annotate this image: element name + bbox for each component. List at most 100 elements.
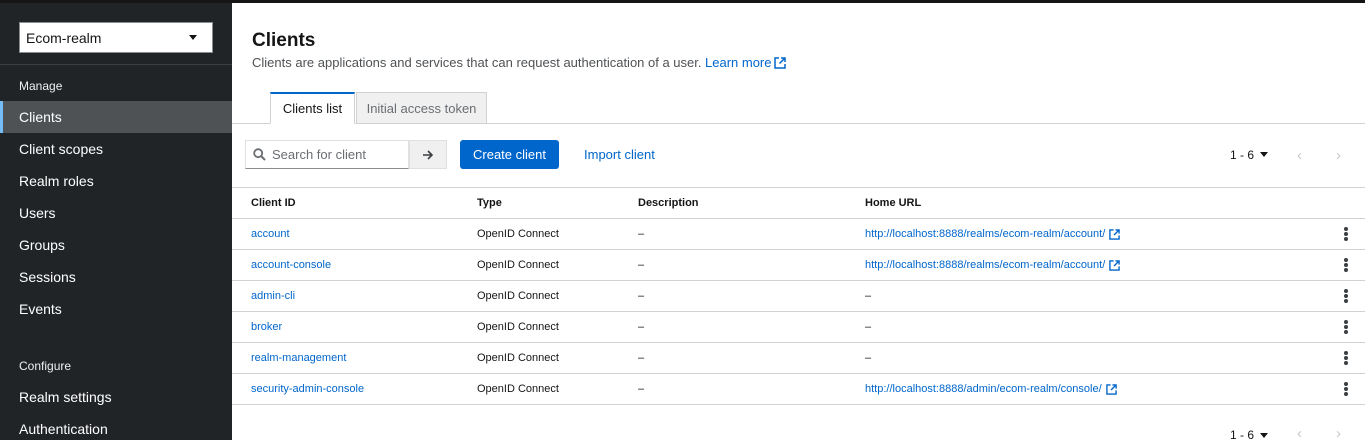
- external-link-icon: [1109, 228, 1121, 240]
- sidebar-item-label: Events: [19, 301, 62, 317]
- client-description: –: [638, 290, 645, 302]
- client-type: OpenID Connect: [477, 383, 559, 395]
- realm-selector[interactable]: Ecom-realm: [19, 22, 213, 53]
- table-header: Client ID Type Description Home URL: [232, 187, 1365, 219]
- sidebar-item-label: Groups: [19, 237, 65, 253]
- kebab-icon[interactable]: [1341, 380, 1351, 398]
- tab-label: Clients list: [282, 101, 343, 116]
- sidebar-item-clients[interactable]: Clients: [0, 101, 232, 133]
- sidebar-item-sessions[interactable]: Sessions: [0, 261, 232, 293]
- sidebar: Ecom-realm Manage Clients Client scopes …: [0, 3, 232, 440]
- client-id-link[interactable]: account: [251, 228, 290, 240]
- pagination-label: 1 - 6: [1230, 428, 1255, 440]
- import-client-button[interactable]: Import client: [584, 140, 655, 169]
- home-url-text: http://localhost:8888/admin/ecom-realm/c…: [865, 383, 1102, 395]
- tab-clients-list[interactable]: Clients list: [270, 92, 355, 124]
- sidebar-item-label: Sessions: [19, 269, 76, 285]
- client-type: OpenID Connect: [477, 228, 559, 240]
- next-page-button[interactable]: ›: [1336, 425, 1341, 440]
- kebab-icon[interactable]: [1341, 287, 1351, 305]
- page-description: Clients are applications and services th…: [252, 55, 702, 70]
- client-type: OpenID Connect: [477, 259, 559, 271]
- kebab-icon[interactable]: [1341, 349, 1351, 367]
- column-header-client-id[interactable]: Client ID: [251, 197, 296, 209]
- toolbar: Create client Import client 1 - 6 ‹ ›: [232, 140, 1365, 172]
- client-type: OpenID Connect: [477, 352, 559, 364]
- search-box: [245, 140, 409, 169]
- section-title-manage: Manage: [19, 79, 63, 93]
- sidebar-item-label: Client scopes: [19, 141, 104, 157]
- pagination-label: 1 - 6: [1230, 147, 1255, 162]
- bottom-pagination-toggle[interactable]: 1 - 6: [1230, 427, 1269, 440]
- client-id-link[interactable]: account-console: [251, 259, 331, 271]
- client-description: –: [638, 259, 645, 271]
- pagination-toggle[interactable]: 1 - 6: [1230, 140, 1269, 169]
- next-page-button[interactable]: ›: [1336, 147, 1341, 164]
- clients-table-body: account OpenID Connect – http://localhos…: [232, 219, 1365, 405]
- column-header-home-url: Home URL: [865, 197, 922, 209]
- sidebar-item-label: Authentication: [19, 421, 108, 437]
- sidebar-item-label: Clients: [19, 109, 62, 125]
- kebab-icon[interactable]: [1341, 225, 1351, 243]
- caret-down-icon: [189, 35, 197, 40]
- client-type: OpenID Connect: [477, 290, 559, 302]
- external-link-icon: [1105, 383, 1117, 395]
- client-description: –: [638, 228, 645, 240]
- client-id-link[interactable]: realm-management: [251, 352, 346, 364]
- table-row: realm-management OpenID Connect – –: [232, 343, 1365, 374]
- sidebar-item-events[interactable]: Events: [0, 293, 232, 325]
- section-title-configure: Configure: [19, 359, 72, 373]
- client-id-link[interactable]: admin-cli: [251, 290, 295, 302]
- search-icon: [253, 148, 266, 161]
- sidebar-item-realm-roles[interactable]: Realm roles: [0, 165, 232, 197]
- client-id-link[interactable]: broker: [251, 321, 282, 333]
- client-description: –: [638, 321, 645, 333]
- client-description: –: [638, 383, 645, 395]
- sidebar-item-users[interactable]: Users: [0, 197, 232, 229]
- search-submit-button[interactable]: [409, 140, 447, 169]
- search-input[interactable]: [272, 147, 402, 162]
- sidebar-item-groups[interactable]: Groups: [0, 229, 232, 261]
- page-title: Clients: [252, 30, 316, 51]
- bottom-pagination: 1 - 6 ‹ ›: [232, 425, 1365, 440]
- home-url-empty: –: [865, 321, 872, 333]
- previous-page-button[interactable]: ‹: [1297, 147, 1302, 164]
- kebab-icon[interactable]: [1341, 318, 1351, 336]
- client-type: OpenID Connect: [477, 321, 559, 333]
- client-id-link[interactable]: security-admin-console: [251, 383, 364, 395]
- home-url-text: http://localhost:8888/realms/ecom-realm/…: [865, 228, 1106, 240]
- kebab-icon[interactable]: [1341, 256, 1351, 274]
- sidebar-item-authentication[interactable]: Authentication: [0, 413, 232, 440]
- external-link-icon: [774, 56, 787, 69]
- sidebar-item-client-scopes[interactable]: Client scopes: [0, 133, 232, 165]
- sidebar-item-realm-settings[interactable]: Realm settings: [0, 381, 232, 413]
- table-row: account OpenID Connect – http://localhos…: [232, 219, 1365, 250]
- arrow-right-icon: [423, 149, 434, 160]
- sidebar-item-label: Realm settings: [19, 389, 112, 405]
- sidebar-item-label: Users: [19, 205, 56, 221]
- tab-label: Initial access token: [366, 100, 477, 116]
- table-row: security-admin-console OpenID Connect – …: [232, 374, 1365, 405]
- create-client-button[interactable]: Create client: [460, 140, 559, 169]
- caret-down-icon: [1260, 152, 1269, 157]
- table-row: account-console OpenID Connect – http://…: [232, 250, 1365, 281]
- external-link-icon: [1109, 259, 1121, 271]
- column-header-description: Description: [638, 197, 699, 209]
- client-description: –: [638, 352, 645, 364]
- table-row: broker OpenID Connect – –: [232, 312, 1365, 343]
- home-url-link[interactable]: http://localhost:8888/realms/ecom-realm/…: [865, 259, 1121, 271]
- home-url-link[interactable]: http://localhost:8888/realms/ecom-realm/…: [865, 228, 1121, 240]
- tab-initial-access-token[interactable]: Initial access token: [356, 92, 487, 124]
- sidebar-divider: [0, 64, 232, 65]
- sidebar-item-label: Realm roles: [19, 173, 94, 189]
- table-row: admin-cli OpenID Connect – –: [232, 281, 1365, 312]
- column-header-type: Type: [477, 197, 502, 209]
- home-url-link[interactable]: http://localhost:8888/admin/ecom-realm/c…: [865, 383, 1117, 395]
- home-url-empty: –: [865, 290, 872, 302]
- main-content: Clients Clients are applications and ser…: [232, 3, 1365, 440]
- caret-down-icon: [1260, 432, 1269, 438]
- previous-page-button[interactable]: ‹: [1297, 425, 1302, 440]
- learn-more-label: Learn more: [705, 55, 772, 70]
- home-url-text: http://localhost:8888/realms/ecom-realm/…: [865, 259, 1106, 271]
- learn-more-link[interactable]: Learn more: [705, 55, 787, 70]
